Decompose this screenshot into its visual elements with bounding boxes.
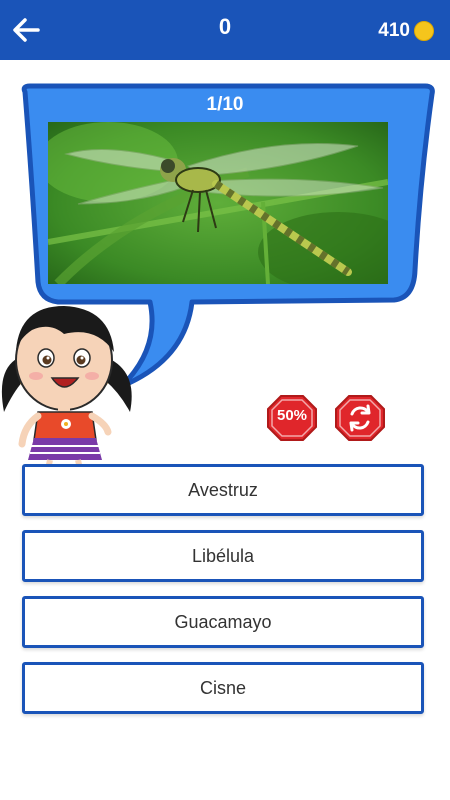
dragonfly-photo <box>48 122 388 284</box>
coin-count: 410 <box>378 20 410 41</box>
question-progress: 1/10 <box>206 94 244 115</box>
answer-option-4[interactable]: Cisne <box>22 662 424 714</box>
answer-option-2[interactable]: Libélula <box>22 530 424 582</box>
top-bar: 0 410 <box>0 0 450 60</box>
refresh-icon <box>335 395 385 441</box>
back-button[interactable] <box>10 14 42 46</box>
answer-option-1[interactable]: Avestruz <box>22 464 424 516</box>
answer-option-3[interactable]: Guacamayo <box>22 596 424 648</box>
coin-counter: 410 <box>378 20 434 42</box>
fifty-fifty-button[interactable]: 50% <box>266 394 318 442</box>
swap-question-button[interactable] <box>334 394 386 442</box>
coin-icon <box>414 21 434 41</box>
arrow-left-icon <box>13 18 40 42</box>
fifty-fifty-label: 50% <box>276 407 308 424</box>
question-image <box>48 122 388 284</box>
